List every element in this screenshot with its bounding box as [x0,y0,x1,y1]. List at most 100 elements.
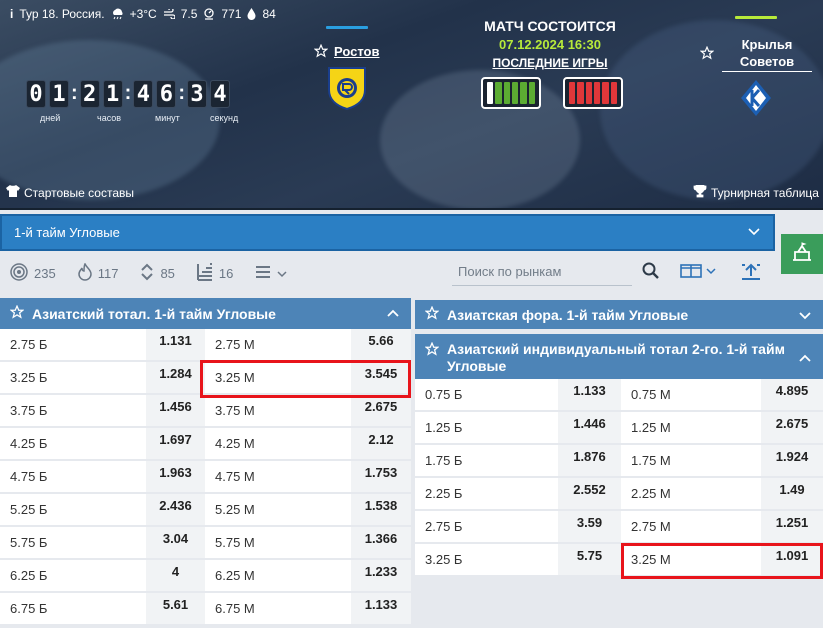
odds-value[interactable]: 1.538 [351,494,411,525]
odds-value[interactable]: 1.091 [761,544,823,575]
odds-value[interactable]: 1.251 [761,511,823,542]
odds-value[interactable]: 2.675 [761,412,823,443]
outcome-label[interactable]: 3.25 М [621,544,761,575]
odds-value[interactable]: 4 [146,560,205,591]
outcome-label[interactable]: 4.25 Б [0,428,146,459]
standings-link[interactable]: Турнирная таблица [693,184,819,201]
odds-value[interactable]: 1.924 [761,445,823,476]
odds-value[interactable]: 5.66 [351,329,411,360]
outcome-label[interactable]: 2.75 М [205,329,351,360]
outcome-label[interactable]: 3.25 Б [415,544,558,575]
outcome-label[interactable]: 2.25 М [621,478,761,509]
outcome-label[interactable]: 2.75 Б [0,329,146,360]
market-search-input[interactable]: Поиск по рынкам [452,258,632,286]
outcome-label[interactable]: 1.25 М [621,412,761,443]
market-header-asian-individual-total[interactable]: Азиатский индивидуальный тотал 2-го. 1-й… [415,334,823,379]
menu-icon [255,265,271,282]
odds-value[interactable]: 1.446 [558,412,621,443]
odds-value[interactable]: 1.456 [146,395,205,426]
chevron-down-icon [799,307,811,323]
odds-value[interactable]: 1.753 [351,461,411,492]
outcome-label[interactable]: 1.75 Б [415,445,558,476]
star-icon[interactable] [313,43,329,63]
market-header-asian-handicap[interactable]: Азиатская фора. 1-й тайм Угловые [415,300,823,329]
away-team-form[interactable] [563,77,623,109]
market-header-asian-total[interactable]: Азиатский тотал. 1-й тайм Угловые [0,298,411,329]
shirt-icon [6,185,20,200]
market-title: Азиатский тотал. 1-й тайм Угловые [32,305,276,322]
outcome-label[interactable]: 1.25 Б [415,412,558,443]
odds-value[interactable]: 3.04 [146,527,205,558]
home-team-form[interactable] [481,77,541,109]
star-icon[interactable] [424,305,440,323]
stadium-icon [791,241,813,267]
outcome-label[interactable]: 2.75 Б [415,511,558,542]
collapse-all-button[interactable] [740,263,762,286]
odds-value[interactable]: 5.75 [558,544,621,575]
odds-value[interactable]: 1.697 [146,428,205,459]
filter-handicaps[interactable]: 16 [196,263,233,284]
star-icon[interactable] [699,45,715,65]
odds-value[interactable]: 2.675 [351,395,411,426]
match-status: МАТЧ СОСТОИТСЯ [484,18,616,34]
background-glow [380,70,580,210]
odds-value[interactable]: 5.61 [146,593,205,624]
layout-toggle[interactable] [680,263,718,284]
odds-value[interactable]: 1.133 [351,593,411,624]
outcome-label[interactable]: 4.25 М [205,428,351,459]
odds-value[interactable]: 2.12 [351,428,411,459]
star-icon[interactable] [9,304,25,322]
outcome-label[interactable]: 6.25 М [205,560,351,591]
filter-popular[interactable]: 117 [77,262,118,284]
odds-value[interactable]: 1.366 [351,527,411,558]
stadium-button[interactable] [781,234,823,274]
outcome-label[interactable]: 5.25 М [205,494,351,525]
odds-value[interactable]: 1.233 [351,560,411,591]
outcome-label[interactable]: 2.25 Б [415,478,558,509]
outcome-label[interactable]: 4.75 М [205,461,351,492]
odds-value[interactable]: 1.131 [146,329,205,360]
odds-value[interactable]: 1.49 [761,478,823,509]
market-group-select[interactable]: 1-й тайм Угловые [0,214,775,251]
outcome-label[interactable]: 5.25 Б [0,494,146,525]
odds-value[interactable]: 4.895 [761,379,823,410]
table-row: 4.25 Б 1.697 4.25 М 2.12 [0,428,411,461]
filter-all[interactable]: 235 [10,263,56,284]
lineups-link[interactable]: Стартовые составы [6,185,134,200]
outcome-label[interactable]: 3.25 Б [0,362,146,393]
odds-value[interactable]: 1.284 [146,362,205,393]
outcome-label[interactable]: 3.25 М [205,362,351,393]
outcome-label[interactable]: 5.75 М [205,527,351,558]
outcome-label[interactable]: 6.75 М [205,593,351,624]
outcome-label[interactable]: 4.75 Б [0,461,146,492]
outcome-label[interactable]: 0.75 М [621,379,761,410]
odds-value[interactable]: 3.59 [558,511,621,542]
away-team-name[interactable]: Крылья Советов [722,36,812,72]
search-icon[interactable] [642,262,660,285]
outcome-label[interactable]: 3.75 М [205,395,351,426]
market-title-line2: Угловые [447,358,507,374]
form-loss-bar [610,82,617,104]
timer-colon: : [178,82,186,104]
outcome-label[interactable]: 6.25 Б [0,560,146,591]
odds-value[interactable]: 1.133 [558,379,621,410]
outcome-label[interactable]: 6.75 Б [0,593,146,624]
filter-count: 235 [34,266,56,281]
odds-value[interactable]: 1.963 [146,461,205,492]
filter-more[interactable] [255,265,287,282]
last-games-link[interactable]: ПОСЛЕДНИЕ ИГРЫ [470,56,630,70]
odds-value[interactable]: 2.436 [146,494,205,525]
lineups-label: Стартовые составы [24,185,134,200]
outcome-label[interactable]: 2.75 М [621,511,761,542]
odds-value[interactable]: 2.552 [558,478,621,509]
star-icon[interactable] [424,341,440,359]
timer-label-minutes: минут [155,113,180,123]
odds-value[interactable]: 3.545 [351,362,411,393]
odds-value[interactable]: 1.876 [558,445,621,476]
outcome-label[interactable]: 5.75 Б [0,527,146,558]
outcome-label[interactable]: 3.75 Б [0,395,146,426]
outcome-label[interactable]: 1.75 М [621,445,761,476]
home-team-name[interactable]: Ростов [334,44,379,59]
outcome-label[interactable]: 0.75 Б [415,379,558,410]
filter-totals[interactable]: 85 [140,263,175,284]
